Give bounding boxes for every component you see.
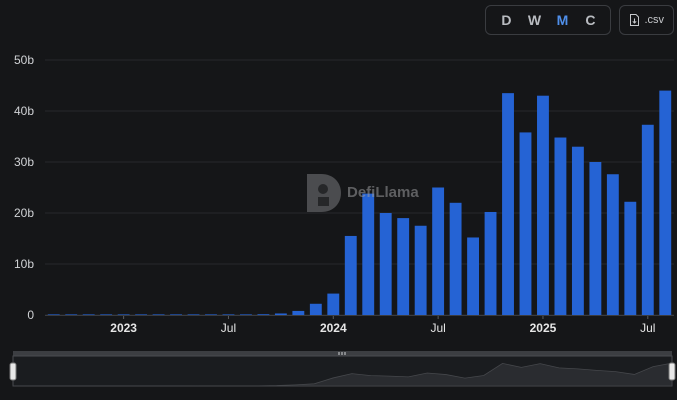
x-tick-label: 2023 [110,321,137,335]
bar [187,314,200,315]
bar [589,162,602,315]
bar [65,314,78,315]
y-tick-label: 0 [27,308,34,322]
bar [571,146,584,315]
bar [397,218,410,315]
defillama-logo [305,172,343,219]
bar [537,95,549,315]
y-tick-label: 40b [14,104,34,118]
bar [624,201,637,315]
x-tick-label: Jul [430,321,445,335]
bar [484,211,497,315]
bar [519,132,532,315]
x-tick-label: 2024 [320,321,347,335]
bar [467,237,480,315]
bar [257,314,270,315]
bar [117,314,130,315]
bar [205,314,217,315]
bar [135,314,148,315]
bar [222,314,235,315]
y-tick-label: 30b [14,155,34,169]
bar [606,174,619,315]
bar [344,235,357,315]
bar [449,202,462,315]
bar [47,314,60,315]
bar [309,303,322,315]
zoom-handle-left[interactable] [9,362,17,381]
x-tick-label: Jul [640,321,655,335]
bar [82,314,95,315]
x-tick-label: 2025 [530,321,557,335]
bar [659,90,672,315]
y-tick-label: 20b [14,206,34,220]
bar [414,225,427,315]
bar [554,137,567,315]
bar [239,314,252,315]
zoom-slider[interactable] [0,348,677,393]
bar [274,313,287,315]
zoom-handle-right[interactable] [668,362,676,381]
bar [641,124,654,316]
bar [327,293,340,315]
bar [152,314,165,315]
x-tick-label: Jul [221,321,236,335]
bar [170,314,182,315]
watermark-text: DefiLlama [347,184,419,201]
bar [379,213,392,315]
y-tick-label: 50b [14,53,34,67]
y-tick-label: 10b [14,257,34,271]
bar [100,314,113,315]
bar [502,93,514,316]
bar [362,193,375,315]
bar [432,187,445,315]
bar [292,310,305,315]
